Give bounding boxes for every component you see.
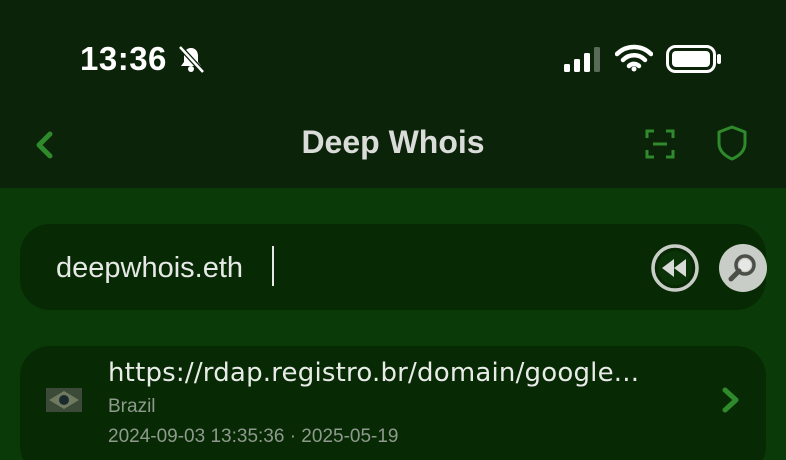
text-caret	[272, 246, 274, 286]
domain-search-input[interactable]	[56, 248, 576, 288]
chevron-right-icon[interactable]	[720, 386, 742, 414]
status-bar: 13:36	[0, 0, 786, 110]
status-time: 13:36	[80, 40, 167, 77]
result-dates: 2024-09-03 13:35:36 · 2025-05-19	[108, 426, 399, 447]
shield-icon[interactable]	[714, 124, 750, 162]
result-url: https://rdap.registro.br/domain/google..…	[108, 358, 640, 388]
brazil-flag-icon	[46, 388, 82, 412]
nav-bar: Deep Whois	[0, 110, 786, 188]
battery-icon	[666, 45, 721, 73]
result-country: Brazil	[108, 396, 156, 417]
magnifier-icon[interactable]	[718, 243, 768, 293]
rewind-icon[interactable]	[650, 243, 700, 293]
result-card[interactable]: https://rdap.registro.br/domain/google..…	[20, 346, 766, 460]
signal-icon	[564, 47, 600, 72]
wifi-icon	[615, 44, 653, 72]
scan-icon[interactable]	[642, 126, 678, 162]
app-screen: 13:36 Deep Whois deepwhois.eth https://r…	[0, 0, 786, 460]
search-bar	[20, 224, 768, 310]
content-area: https://rdap.registro.br/domain/google..…	[0, 188, 786, 460]
bell-slash-icon	[178, 45, 205, 74]
